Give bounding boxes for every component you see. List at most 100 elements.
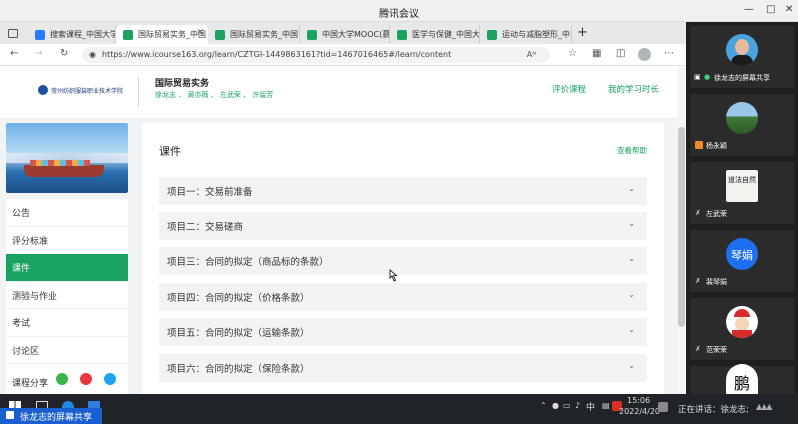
url-field[interactable]: ◉ https://www.icourse163.org/learn/CZTGI… bbox=[82, 47, 550, 63]
mic-off-icon: ✗ bbox=[695, 209, 701, 217]
tab-2[interactable]: 国际贸易实务_中国 ✕ bbox=[116, 25, 208, 44]
windows-taskbar: 徐龙志的屏幕共享 ⌃ ● ▭ ♪ 中 ▤ 15:06 2022/4/20 正在讲… bbox=[0, 394, 798, 424]
chevron-down-icon: ⌄ bbox=[628, 219, 635, 228]
share-indicator-bar[interactable]: 徐龙志的屏幕共享 bbox=[0, 408, 102, 424]
mic-tray-icon[interactable]: ● bbox=[552, 401, 559, 410]
tab-4[interactable]: 中国大学MOOC(慕 bbox=[300, 25, 390, 44]
close-tab-icon[interactable]: ✕ bbox=[196, 28, 204, 38]
battery-icon[interactable]: ▭ bbox=[563, 401, 571, 410]
weibo-icon[interactable] bbox=[80, 373, 92, 385]
school-logo-text: 常州纺织服装职业技术学院 bbox=[51, 88, 124, 95]
clock-time[interactable]: 15:06 bbox=[627, 396, 650, 405]
tab-label: 搜索课程_中国大学 bbox=[50, 30, 116, 39]
tab-3[interactable]: 国际贸易实务_中国 bbox=[208, 25, 300, 44]
avatar-text: 道法自然 bbox=[728, 176, 756, 184]
wechat-icon[interactable] bbox=[56, 373, 68, 385]
back-icon[interactable]: ← bbox=[10, 48, 18, 59]
tab-1[interactable]: 搜索课程_中国大学 bbox=[28, 25, 116, 44]
participant-name: 徐龙志的屏幕共享 bbox=[714, 74, 770, 82]
avatar: 鹏 bbox=[726, 364, 758, 396]
participant-tile-4[interactable]: 琴娟 ✗ 裴琴娟 bbox=[690, 230, 794, 292]
course-teachers[interactable]: 徐龙志 、 黄亦薇 、 左武荣 、 许留芳 bbox=[155, 90, 273, 100]
avatar-text: 鹏 bbox=[733, 374, 750, 393]
clock-date[interactable]: 2022/4/20 bbox=[619, 407, 660, 416]
rate-course-link[interactable]: 评价课程 bbox=[552, 83, 586, 95]
window-menu-icon[interactable] bbox=[8, 29, 18, 38]
help-link[interactable]: 查看帮助 bbox=[617, 145, 647, 156]
section-label: 项目六：合同的拟定（保险条款） bbox=[167, 364, 310, 375]
sidebar-item-grading[interactable]: 评分标准 bbox=[6, 227, 128, 254]
course-banner-image bbox=[6, 123, 128, 193]
tray-expand-icon[interactable]: ⌃ bbox=[540, 401, 547, 410]
tab-6[interactable]: 运动与减脂塑形_中 bbox=[480, 25, 572, 44]
containers-shape bbox=[30, 160, 90, 166]
avatar bbox=[726, 102, 758, 134]
chevron-down-icon: ⌄ bbox=[628, 254, 635, 263]
mic-off-icon: ✗ bbox=[695, 345, 701, 353]
share-indicator-label: 徐龙志的屏幕共享 bbox=[20, 413, 93, 423]
collections-icon[interactable]: ▦ bbox=[592, 48, 601, 59]
volume-icon[interactable]: ♪ bbox=[575, 401, 580, 410]
participant-tile-2[interactable]: 杨永颖 bbox=[690, 94, 794, 156]
section-item-2[interactable]: 项目二：交易磋商 ⌄ bbox=[159, 212, 647, 240]
avatar-text: 琴娟 bbox=[731, 249, 753, 262]
chevron-down-icon: ⌄ bbox=[628, 325, 635, 334]
tab-5[interactable]: 医学与保健_中国大 bbox=[390, 25, 480, 44]
scrollbar-thumb[interactable] bbox=[678, 127, 685, 327]
sidebar-item-quizzes[interactable]: 测验与作业 bbox=[6, 282, 128, 309]
section-item-1[interactable]: 项目一：交易前准备 ⌄ bbox=[159, 177, 647, 205]
minimize-icon[interactable]: — bbox=[744, 4, 754, 15]
participant-tile-3[interactable]: 道法自然 ✗ 左武荣 bbox=[690, 162, 794, 224]
participant-tile-5[interactable]: ✗ 范荣荣 bbox=[690, 298, 794, 360]
section-label: 项目四：合同的拟定（价格条款） bbox=[167, 293, 310, 304]
audio-wave-icon: ▲▲▲ bbox=[756, 402, 773, 411]
sidebar-item-courseware[interactable]: 课件 bbox=[6, 254, 128, 282]
share-label: 课程分享 bbox=[12, 379, 49, 389]
mic-on-icon: ● bbox=[704, 73, 711, 81]
forward-icon[interactable]: → bbox=[34, 48, 42, 59]
profile-avatar[interactable] bbox=[638, 48, 651, 61]
meeting-titlebar: 腾讯会议 — □ ✕ bbox=[0, 0, 798, 22]
participant-tile-6[interactable]: 鹏 bbox=[690, 364, 794, 396]
tab-label: 运动与减脂塑形_中 bbox=[502, 30, 570, 39]
sidebar-item-forum[interactable]: 讨论区 bbox=[6, 337, 128, 364]
participant-panel: ▣ ● 徐龙志的屏幕共享 杨永颖 道法自然 ✗ 左武荣 琴娟 ✗ 裴琴娟 ✗ 范… bbox=[686, 22, 798, 396]
avatar bbox=[726, 306, 758, 338]
ime-indicator[interactable]: 中 bbox=[586, 400, 595, 413]
favicon-icon bbox=[307, 30, 317, 40]
speaking-status: 正在讲话：徐龙志; bbox=[678, 405, 749, 415]
page-scrollbar[interactable] bbox=[677, 67, 686, 394]
refresh-icon[interactable]: ↻ bbox=[60, 48, 68, 59]
shared-screen: 搜索课程_中国大学 国际贸易实务_中国 ✕ 国际贸易实务_中国 中国大学MOOC(… bbox=[0, 22, 686, 394]
new-tab-icon[interactable]: + bbox=[577, 25, 588, 40]
sidebar-item-announcement[interactable]: 公告 bbox=[6, 199, 128, 227]
avatar: 道法自然 bbox=[726, 170, 758, 202]
courseware-heading: 课件 bbox=[159, 145, 181, 158]
study-time-link[interactable]: 我的学习时长 bbox=[608, 83, 659, 95]
qq-icon[interactable] bbox=[104, 373, 116, 385]
favorites-star-icon[interactable]: ☆ bbox=[568, 48, 577, 59]
sidebar-item-exam[interactable]: 考试 bbox=[6, 309, 128, 337]
read-aloud-icon[interactable]: Aᴺ bbox=[527, 50, 536, 59]
course-share: 课程分享 bbox=[6, 364, 128, 394]
section-label: 项目二：交易磋商 bbox=[167, 222, 244, 233]
favicon-icon bbox=[397, 30, 407, 40]
more-menu-icon[interactable]: ⋯ bbox=[664, 48, 674, 59]
participant-name: 左武荣 bbox=[706, 210, 727, 218]
cargo-ship-shape bbox=[24, 165, 104, 177]
tab-label: 国际贸易实务_中国 bbox=[230, 30, 298, 39]
section-item-6[interactable]: 项目六：合同的拟定（保险条款） ⌄ bbox=[159, 354, 647, 382]
section-item-5[interactable]: 项目五：合同的拟定（运输条款） ⌄ bbox=[159, 318, 647, 346]
section-item-4[interactable]: 项目四：合同的拟定（价格条款） ⌄ bbox=[159, 283, 647, 311]
favicon-icon bbox=[35, 30, 45, 40]
share-screen-icon bbox=[6, 411, 14, 419]
network-icon[interactable]: ▤ bbox=[602, 401, 610, 410]
participant-tile-1[interactable]: ▣ ● 徐龙志的屏幕共享 bbox=[690, 26, 794, 88]
maximize-icon[interactable]: □ bbox=[766, 4, 775, 15]
tab-label: 医学与保健_中国大 bbox=[412, 30, 480, 39]
section-item-3[interactable]: 项目三：合同的拟定（商品标的条款） ⌄ bbox=[159, 247, 647, 275]
close-icon[interactable]: ✕ bbox=[785, 4, 793, 15]
participant-name: 杨永颖 bbox=[706, 142, 727, 150]
extensions-icon[interactable]: ◫ bbox=[616, 48, 625, 59]
participant-name: 范荣荣 bbox=[706, 346, 727, 354]
